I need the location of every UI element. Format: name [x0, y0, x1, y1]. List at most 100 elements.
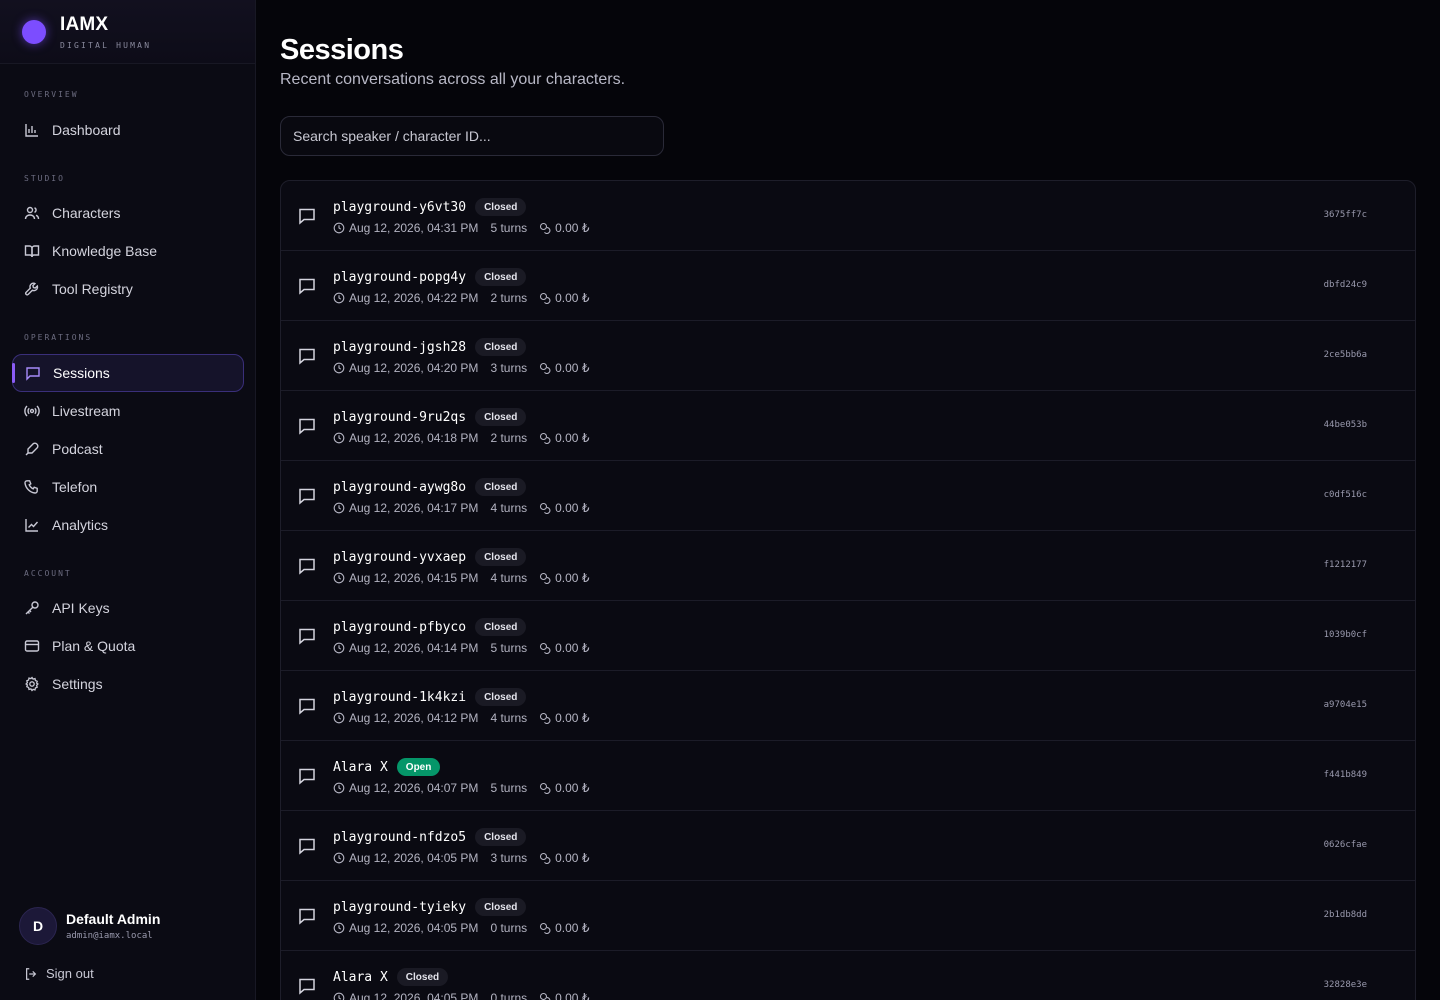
coins-icon	[539, 712, 551, 724]
session-name: Alara X	[333, 969, 388, 985]
bar-chart-icon	[24, 122, 40, 138]
session-date: Aug 12, 2026, 04:05 PM	[349, 921, 479, 935]
page-title: Sessions	[280, 34, 404, 66]
coins-icon	[539, 572, 551, 584]
sidebar-item-tool-registry[interactable]: Tool Registry	[12, 270, 244, 308]
status-badge: Closed	[475, 478, 527, 496]
session-id: 32828e3e	[1323, 980, 1367, 990]
credit-card-icon	[24, 638, 40, 654]
mic-icon	[24, 441, 40, 457]
session-row[interactable]: Alara X Open Aug 12, 2026, 04:07 PM 5 tu…	[281, 741, 1415, 811]
session-row[interactable]: playground-yvxaep Closed Aug 12, 2026, 0…	[281, 531, 1415, 601]
session-list: playground-y6vt30 Closed Aug 12, 2026, 0…	[280, 180, 1416, 1000]
sidebar-item-characters[interactable]: Characters	[12, 194, 244, 232]
sidebar-item-api-keys[interactable]: API Keys	[12, 589, 244, 627]
session-name: playground-9ru2qs	[333, 409, 467, 425]
session-cost: 0.00 ₺	[555, 501, 590, 515]
message-square-icon	[297, 976, 317, 996]
coins-icon	[539, 922, 551, 934]
session-row[interactable]: playground-jgsh28 Closed Aug 12, 2026, 0…	[281, 321, 1415, 391]
session-turns: 2 turns	[490, 291, 528, 305]
session-id: f441b849	[1323, 770, 1367, 780]
session-date: Aug 12, 2026, 04:12 PM	[349, 711, 479, 725]
session-turns: 5 turns	[490, 221, 528, 235]
sidebar-item-label: Livestream	[52, 403, 121, 419]
session-name: playground-1k4kzi	[333, 689, 467, 705]
session-id: dbfd24c9	[1323, 280, 1367, 290]
message-square-icon	[297, 416, 317, 436]
session-name: playground-y6vt30	[333, 199, 467, 215]
session-date: Aug 12, 2026, 04:17 PM	[349, 501, 479, 515]
sidebar-item-label: Settings	[52, 676, 103, 692]
sidebar-item-podcast[interactable]: Podcast	[12, 430, 244, 468]
session-date: Aug 12, 2026, 04:31 PM	[349, 221, 479, 235]
sidebar-item-telefon[interactable]: Telefon	[12, 468, 244, 506]
book-icon	[24, 243, 40, 259]
session-cost: 0.00 ₺	[555, 291, 590, 305]
status-badge: Closed	[475, 268, 527, 286]
coins-icon	[539, 432, 551, 444]
status-badge: Closed	[396, 968, 449, 986]
clock-icon	[333, 712, 345, 724]
sidebar-item-sessions[interactable]: Sessions	[12, 354, 244, 392]
status-badge: Closed	[475, 828, 527, 846]
sidebar-item-label: Podcast	[52, 441, 103, 457]
session-date: Aug 12, 2026, 04:05 PM	[349, 991, 479, 1000]
clock-icon	[333, 432, 345, 444]
sidebar-item-label: Analytics	[52, 517, 109, 533]
status-badge: Closed	[475, 898, 527, 916]
sign-out-button[interactable]: Sign out	[24, 966, 94, 981]
clock-icon	[333, 222, 345, 234]
message-square-icon	[297, 766, 317, 786]
coins-icon	[539, 362, 551, 374]
sidebar-item-label: Telefon	[52, 479, 98, 495]
session-row[interactable]: Alara X Closed Aug 12, 2026, 04:05 PM 0 …	[281, 951, 1415, 1000]
session-cost: 0.00 ₺	[555, 711, 590, 725]
session-cost: 0.00 ₺	[555, 571, 590, 585]
sidebar-item-label: Knowledge Base	[52, 243, 158, 259]
status-badge: Closed	[475, 618, 527, 636]
sidebar-item-plan-quota[interactable]: Plan & Quota	[12, 627, 244, 665]
session-date: Aug 12, 2026, 04:14 PM	[349, 641, 479, 655]
sidebar-item-knowledge-base[interactable]: Knowledge Base	[12, 232, 244, 270]
clock-icon	[333, 642, 345, 654]
coins-icon	[539, 852, 551, 864]
sidebar-item-analytics[interactable]: Analytics	[12, 506, 244, 544]
session-name: playground-pfbyco	[333, 619, 467, 635]
sidebar-item-settings[interactable]: Settings	[12, 665, 244, 703]
sidebar-item-label: Sessions	[53, 365, 110, 381]
sidebar-item-dashboard[interactable]: Dashboard	[12, 111, 244, 149]
session-row[interactable]: playground-popg4y Closed Aug 12, 2026, 0…	[281, 251, 1415, 321]
section-label-studio: STUDIO	[24, 174, 65, 183]
coins-icon	[539, 222, 551, 234]
message-square-icon	[297, 346, 317, 366]
session-id: 2b1db8dd	[1323, 910, 1367, 920]
session-date: Aug 12, 2026, 04:20 PM	[349, 361, 479, 375]
log-out-icon	[24, 967, 38, 981]
session-cost: 0.00 ₺	[555, 781, 590, 795]
coins-icon	[539, 292, 551, 304]
session-id: 2ce5bb6a	[1323, 350, 1367, 360]
brand[interactable]: IAMX DIGITAL HUMAN	[0, 0, 255, 64]
session-cost: 0.00 ₺	[555, 361, 590, 375]
session-row[interactable]: playground-y6vt30 Closed Aug 12, 2026, 0…	[281, 181, 1415, 251]
brand-name: IAMX	[60, 13, 109, 35]
session-row[interactable]: playground-9ru2qs Closed Aug 12, 2026, 0…	[281, 391, 1415, 461]
sidebar-item-label: Plan & Quota	[52, 638, 136, 654]
session-turns: 0 turns	[490, 991, 528, 1000]
user-profile[interactable]: D Default Admin admin@iamx.local	[19, 907, 160, 945]
session-row[interactable]: playground-nfdzo5 Closed Aug 12, 2026, 0…	[281, 811, 1415, 881]
session-id: f1212177	[1323, 560, 1367, 570]
coins-icon	[539, 502, 551, 514]
session-row[interactable]: playground-aywg8o Closed Aug 12, 2026, 0…	[281, 461, 1415, 531]
search-input[interactable]	[293, 128, 651, 144]
session-row[interactable]: playground-tyieky Closed Aug 12, 2026, 0…	[281, 881, 1415, 951]
session-cost: 0.00 ₺	[555, 991, 590, 1000]
sidebar-item-livestream[interactable]: Livestream	[12, 392, 244, 430]
coins-icon	[539, 782, 551, 794]
key-icon	[24, 600, 40, 616]
session-row[interactable]: playground-pfbyco Closed Aug 12, 2026, 0…	[281, 601, 1415, 671]
session-row[interactable]: playground-1k4kzi Closed Aug 12, 2026, 0…	[281, 671, 1415, 741]
section-label-account: ACCOUNT	[24, 569, 72, 578]
message-square-icon	[297, 486, 317, 506]
